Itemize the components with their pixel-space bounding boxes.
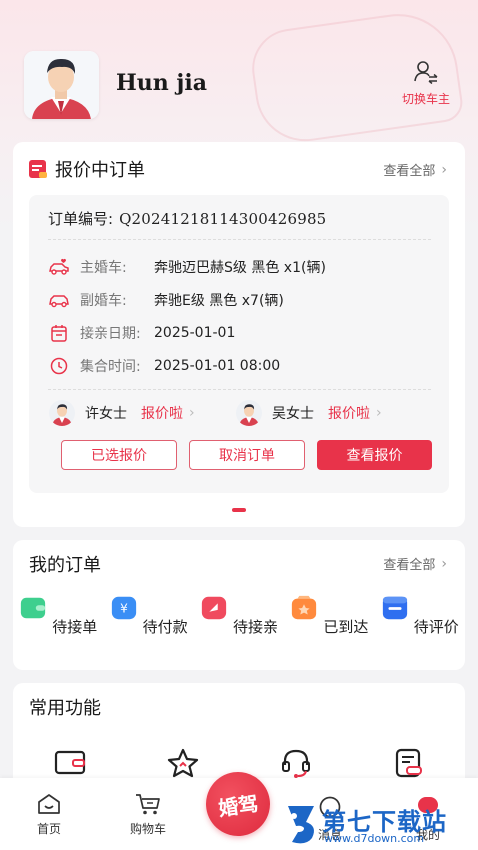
pickup-date-label: 接亲日期: xyxy=(80,326,141,342)
site-watermark: 第七下载站 www.d7down.com xyxy=(282,800,478,850)
switch-owner-button[interactable]: 切换车主 xyxy=(396,60,456,107)
status-pending-review[interactable]: 待评价 xyxy=(375,594,465,637)
gather-time-label: 集合时间: xyxy=(80,359,141,375)
payment-icon: ¥ xyxy=(111,596,136,620)
tab-cart-label: 购物车 xyxy=(129,822,166,836)
switch-user-icon xyxy=(414,61,438,84)
my-orders-card: 我的订单 查看全部 › 待接单 ¥ 待付款 待接亲 已到达 待评价 xyxy=(13,540,465,670)
document-icon xyxy=(395,748,422,778)
home-icon xyxy=(38,794,60,814)
order-number-label: 订单编号: xyxy=(48,210,114,228)
wedding-car-icon xyxy=(49,258,69,275)
pickup-date-value: 2025-01-01 xyxy=(154,325,236,341)
chevron-right-icon: › xyxy=(441,161,447,178)
car-icon xyxy=(49,295,69,308)
status-label: 待接单 xyxy=(52,618,98,636)
divider xyxy=(48,389,431,390)
carousel-indicator[interactable] xyxy=(232,508,246,512)
function-customer-service[interactable] xyxy=(239,747,352,779)
quoter-item[interactable]: 吴女士 报价啦 › xyxy=(236,400,382,426)
function-documents[interactable] xyxy=(352,747,465,779)
order-list-icon xyxy=(29,160,47,178)
status-pending-payment[interactable]: ¥ 待付款 xyxy=(103,594,193,637)
headset-icon xyxy=(281,749,310,778)
cancel-order-button[interactable]: 取消订单 xyxy=(189,440,305,470)
wallet-icon xyxy=(54,750,85,775)
quote-orders-card: 报价中订单 查看全部 › 订单编号: Q20241218114300426985 … xyxy=(13,142,465,527)
tab-home-label: 首页 xyxy=(36,822,61,836)
second-car-value: 奔驰E级 黑色 x7(辆) xyxy=(154,293,284,309)
user-avatar[interactable] xyxy=(24,51,99,119)
status-pending-pickup[interactable]: 待接亲 xyxy=(194,594,284,637)
pickup-date-row: 接亲日期: 2025-01-01 xyxy=(48,323,235,343)
quoter-item[interactable]: 许女士 报价啦 › xyxy=(49,400,195,426)
quote-orders-title: 报价中订单 xyxy=(55,160,145,181)
my-orders-title: 我的订单 xyxy=(29,555,101,576)
quoter-avatar xyxy=(236,400,262,426)
my-orders-view-all[interactable]: 查看全部 › xyxy=(383,554,447,574)
common-functions-title: 常用功能 xyxy=(29,698,101,719)
quoter-avatar xyxy=(49,400,75,426)
clock-icon xyxy=(50,357,68,375)
status-arrived[interactable]: 已到达 xyxy=(284,594,374,637)
quoter-status: 报价啦 xyxy=(141,406,183,422)
tab-home[interactable]: 首页 xyxy=(14,792,84,837)
order-detail[interactable]: 订单编号: Q20241218114300426985 主婚车: 奔驰迈巴赫S级 … xyxy=(29,195,449,493)
cart-icon xyxy=(136,794,160,815)
switch-owner-label: 切换车主 xyxy=(401,92,450,106)
chevron-right-icon: › xyxy=(441,555,447,572)
main-car-row: 主婚车: 奔驰迈巴赫S级 黑色 x1(辆) xyxy=(48,257,326,277)
gather-time-row: 集合时间: 2025-01-01 08:00 xyxy=(48,356,280,376)
status-label: 待付款 xyxy=(142,618,188,636)
quoter-name: 许女士 xyxy=(85,406,127,422)
main-car-value: 奔驰迈巴赫S级 黑色 x1(辆) xyxy=(154,260,326,276)
watermark-logo xyxy=(288,806,314,844)
status-label: 待接亲 xyxy=(233,618,279,636)
chevron-right-icon: › xyxy=(189,405,195,421)
main-car-label: 主婚车: xyxy=(80,260,127,276)
order-number-value: Q20241218114300426985 xyxy=(119,210,327,228)
quoter-status: 报价啦 xyxy=(328,406,370,422)
status-label: 待评价 xyxy=(413,618,459,636)
star-icon xyxy=(167,748,198,778)
quoter-name: 吴女士 xyxy=(272,406,314,422)
review-icon xyxy=(382,596,407,620)
pickup-icon xyxy=(201,596,227,620)
divider xyxy=(48,239,431,240)
view-all-label: 查看全部 xyxy=(383,558,436,573)
svg-text:¥: ¥ xyxy=(120,602,128,616)
order-status-list: 待接单 ¥ 待付款 待接亲 已到达 待评价 xyxy=(13,594,465,637)
function-wallet[interactable] xyxy=(13,747,126,779)
second-car-row: 副婚车: 奔驰E级 黑色 x7(辆) xyxy=(48,290,284,310)
watermark-url: www.d7down.com xyxy=(324,832,425,845)
quote-orders-view-all[interactable]: 查看全部 › xyxy=(383,160,447,180)
pending-accept-icon xyxy=(21,597,46,619)
tab-cart[interactable]: 购物车 xyxy=(113,792,183,837)
status-label: 已到达 xyxy=(323,618,369,636)
arrived-icon xyxy=(292,595,317,620)
status-pending-accept[interactable]: 待接单 xyxy=(13,594,103,637)
view-all-label: 查看全部 xyxy=(383,164,436,179)
function-favorites[interactable] xyxy=(126,747,239,779)
view-quote-button[interactable]: 查看报价 xyxy=(317,440,432,470)
order-number: 订单编号: Q20241218114300426985 xyxy=(48,208,326,229)
chevron-right-icon: › xyxy=(376,405,382,421)
second-car-label: 副婚车: xyxy=(80,293,127,309)
user-name: Hun jia xyxy=(116,70,208,96)
calendar-icon xyxy=(51,325,67,342)
gather-time-value: 2025-01-01 08:00 xyxy=(154,358,281,374)
selected-quote-button[interactable]: 已选报价 xyxy=(61,440,177,470)
